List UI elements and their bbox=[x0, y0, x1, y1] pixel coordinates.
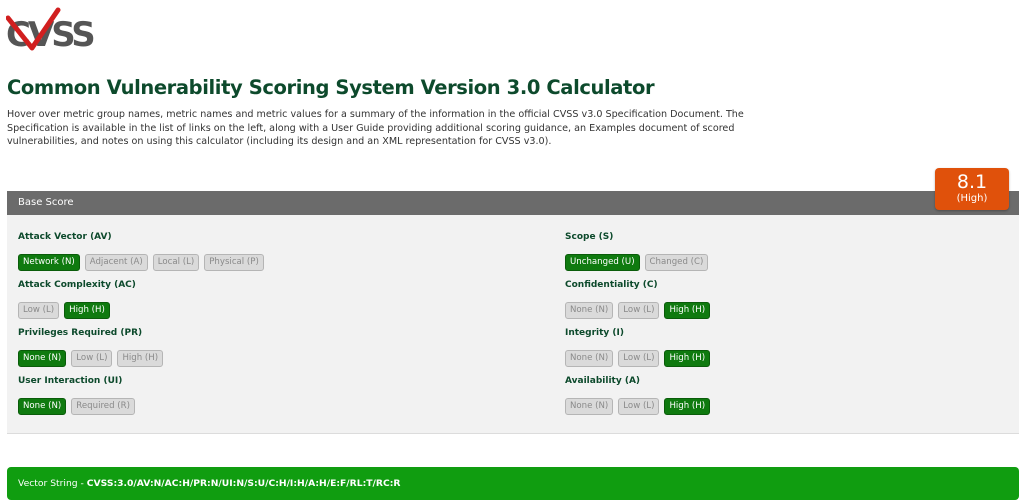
page-title: Common Vulnerability Scoring System Vers… bbox=[7, 76, 655, 99]
metric-label-user-interaction[interactable]: User Interaction (UI) bbox=[18, 376, 122, 386]
confidentiality-option-high-h[interactable]: High (H) bbox=[664, 302, 711, 319]
base-score-header[interactable]: Base Score bbox=[7, 191, 1019, 215]
confidentiality-option-none-n[interactable]: None (N) bbox=[565, 302, 614, 319]
availability-option-high-h[interactable]: High (H) bbox=[664, 398, 711, 415]
user-interaction-option-required-r[interactable]: Required (R) bbox=[71, 398, 135, 415]
metric-label-attack-complexity[interactable]: Attack Complexity (AC) bbox=[18, 280, 136, 290]
metric-options-availability: None (N) Low (L) High (H) bbox=[565, 398, 711, 415]
metric-options-scope: Unchanged (U) Changed (C) bbox=[565, 254, 709, 271]
metric-label-privileges-required[interactable]: Privileges Required (PR) bbox=[18, 328, 142, 338]
metric-options-attack-vector: Network (N) Adjacent (A) Local (L) Physical… bbox=[18, 254, 264, 271]
base-score-badge: 8.1 (High) bbox=[935, 168, 1009, 210]
metric-options-confidentiality: None (N) Low (L) High (H) bbox=[565, 302, 711, 319]
metric-label-attack-vector[interactable]: Attack Vector (AV) bbox=[18, 232, 112, 242]
base-score-panel: Base Score Attack Vector (AV) Network (N)… bbox=[7, 191, 1019, 434]
metric-label-scope[interactable]: Scope (S) bbox=[565, 232, 613, 242]
metric-label-confidentiality[interactable]: Confidentiality (C) bbox=[565, 280, 658, 290]
metric-label-integrity[interactable]: Integrity (I) bbox=[565, 328, 624, 338]
user-interaction-option-none-n[interactable]: None (N) bbox=[18, 398, 67, 415]
confidentiality-option-low-l[interactable]: Low (L) bbox=[618, 302, 660, 319]
score-severity: (High) bbox=[956, 193, 988, 204]
intro-text: Hover over metric group names, metric na… bbox=[7, 109, 744, 148]
scope-option-unchanged-u[interactable]: Unchanged (U) bbox=[565, 254, 640, 271]
availability-option-none-n[interactable]: None (N) bbox=[565, 398, 614, 415]
privileges-required-option-low-l[interactable]: Low (L) bbox=[71, 350, 113, 367]
integrity-option-low-l[interactable]: Low (L) bbox=[618, 350, 660, 367]
availability-option-low-l[interactable]: Low (L) bbox=[618, 398, 660, 415]
attack-complexity-option-low-l[interactable]: Low (L) bbox=[18, 302, 60, 319]
vector-string-label: Vector String - bbox=[18, 478, 87, 489]
metric-options-attack-complexity: Low (L) High (H) bbox=[18, 302, 110, 319]
integrity-option-none-n[interactable]: None (N) bbox=[565, 350, 614, 367]
privileges-required-option-none-n[interactable]: None (N) bbox=[18, 350, 67, 367]
attack-vector-option-network-n[interactable]: Network (N) bbox=[18, 254, 80, 271]
attack-vector-option-adjacent-a[interactable]: Adjacent (A) bbox=[84, 254, 148, 271]
scope-option-changed-c[interactable]: Changed (C) bbox=[644, 254, 709, 271]
metric-options-privileges-required: None (N) Low (L) High (H) bbox=[18, 350, 164, 367]
metric-options-integrity: None (N) Low (L) High (H) bbox=[565, 350, 711, 367]
vector-string-bar[interactable]: Vector String - CVSS:3.0/AV:N/AC:H/PR:N/… bbox=[7, 467, 1019, 500]
integrity-option-high-h[interactable]: High (H) bbox=[664, 350, 711, 367]
privileges-required-option-high-h[interactable]: High (H) bbox=[117, 350, 164, 367]
attack-vector-option-physical-p[interactable]: Physical (P) bbox=[204, 254, 264, 271]
metric-label-availability[interactable]: Availability (A) bbox=[565, 376, 640, 386]
attack-vector-option-local-l[interactable]: Local (L) bbox=[152, 254, 200, 271]
score-value: 8.1 bbox=[956, 171, 988, 193]
cvss-logo[interactable]: CVSS bbox=[6, 4, 96, 52]
metric-options-user-interaction: None (N) Required (R) bbox=[18, 398, 135, 415]
vector-string-value[interactable]: CVSS:3.0/AV:N/AC:H/PR:N/UI:N/S:U/C:H/I:H… bbox=[87, 478, 401, 489]
attack-complexity-option-high-h[interactable]: High (H) bbox=[64, 302, 110, 319]
